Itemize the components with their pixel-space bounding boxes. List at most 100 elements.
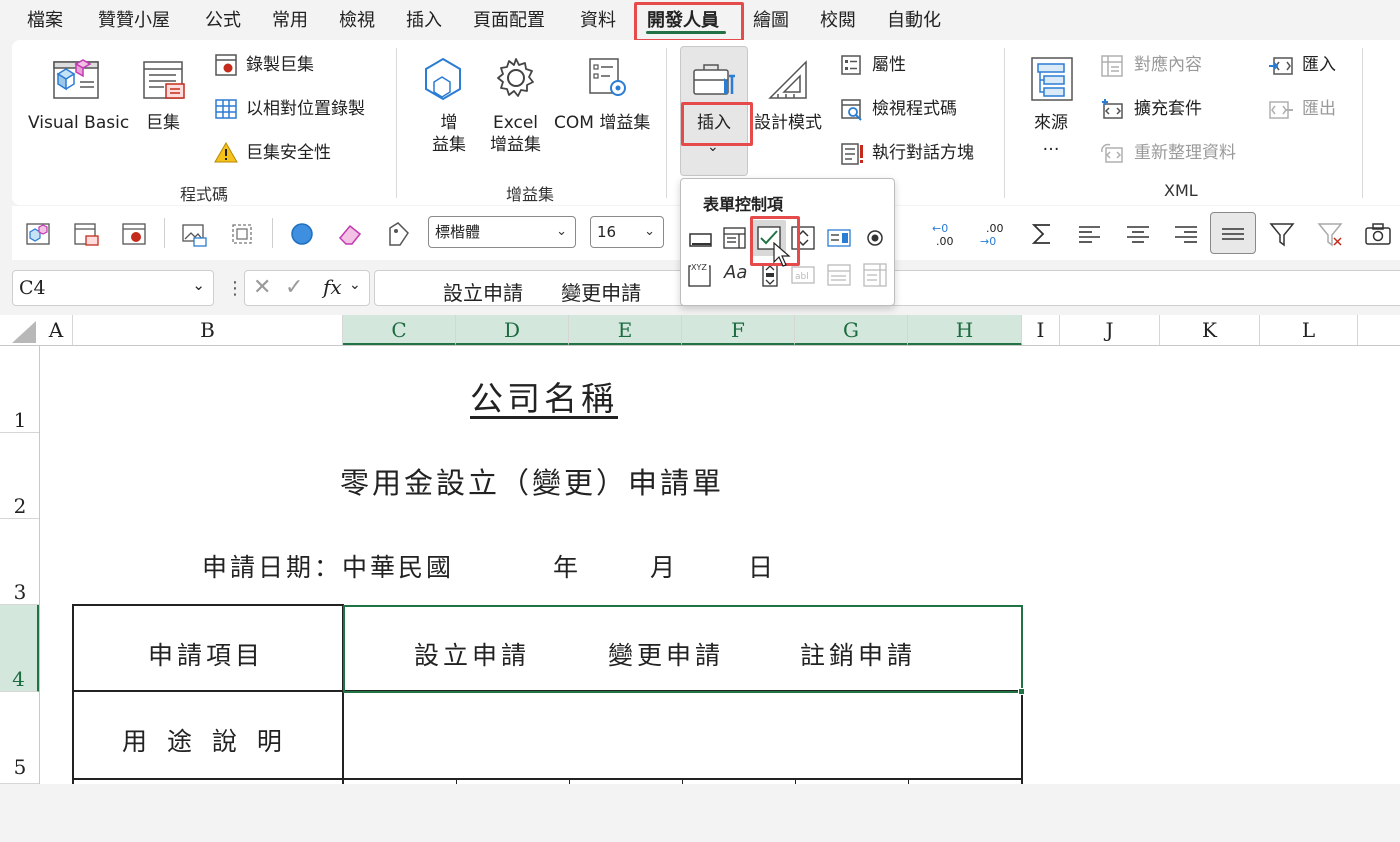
- tab-data[interactable]: 資料: [580, 6, 616, 32]
- import-icon: [1269, 57, 1293, 75]
- tab-developer[interactable]: 開發人員: [647, 6, 719, 32]
- increase-decimal-icon[interactable]: ←0 .00: [930, 220, 958, 248]
- option-setup[interactable]: 設立申請: [414, 636, 530, 672]
- filter-icon[interactable]: [1268, 220, 1296, 248]
- tab-automate[interactable]: 自動化: [887, 6, 941, 32]
- group-box-icon[interactable]: XYZ: [687, 262, 713, 288]
- row-header-5[interactable]: 5: [0, 692, 40, 784]
- xml-source-button[interactable]: 來源…: [1034, 112, 1068, 156]
- com-addins-button[interactable]: COM 增益集: [554, 112, 650, 134]
- tab-insert[interactable]: 插入: [406, 6, 442, 32]
- option-cancel[interactable]: 註銷申請: [800, 636, 916, 672]
- record-macro-small-icon[interactable]: [120, 220, 148, 248]
- map-properties-button[interactable]: 對應內容: [1134, 54, 1202, 76]
- column-header-b[interactable]: B: [73, 315, 343, 346]
- text-field-icon[interactable]: abl: [790, 262, 816, 288]
- company-name[interactable]: 公司名稱: [470, 372, 618, 420]
- design-mode-button[interactable]: 設計模式: [754, 112, 822, 134]
- circle-shape-icon[interactable]: [288, 220, 316, 248]
- spin-button-icon[interactable]: [790, 225, 816, 251]
- combo-dropdown-edit-icon[interactable]: [862, 262, 888, 288]
- relative-reference-button[interactable]: 以相對位置錄製: [246, 98, 365, 120]
- visual-basic-button[interactable]: Visual Basic: [28, 112, 129, 134]
- source-line1: 來源: [1034, 113, 1068, 133]
- select-all-corner[interactable]: [0, 315, 40, 346]
- column-header-g[interactable]: G: [795, 315, 908, 346]
- align-center-icon[interactable]: [1124, 220, 1152, 248]
- fill-handle[interactable]: [1018, 688, 1025, 695]
- tab-home[interactable]: 常用: [272, 6, 308, 32]
- macros-small-icon[interactable]: [72, 220, 100, 248]
- date-label[interactable]: 申請日期：中華民國: [202, 548, 454, 584]
- row-header-4[interactable]: 4: [0, 605, 40, 692]
- combo-list-edit-icon[interactable]: [826, 262, 852, 288]
- name-box[interactable]: C4 ⌄: [12, 270, 214, 306]
- chevron-down-icon: ⌄: [644, 224, 655, 239]
- apply-item-label[interactable]: 申請項目: [148, 636, 264, 672]
- insert-function-icon[interactable]: fx: [323, 275, 342, 299]
- record-macro-button[interactable]: 錄製巨集: [246, 54, 314, 76]
- view-code-button[interactable]: 檢視程式碼: [872, 98, 957, 120]
- excel-addins-line2: 增益集: [490, 135, 541, 155]
- table-border: [72, 604, 74, 784]
- purpose-label[interactable]: 用 途 說 明: [122, 722, 288, 758]
- autosum-icon[interactable]: [1028, 220, 1056, 248]
- expansion-packs-button[interactable]: 擴充套件: [1134, 98, 1202, 120]
- gear-icon: [497, 58, 534, 97]
- column-header-h[interactable]: H: [908, 315, 1022, 346]
- row-header-3[interactable]: 3: [0, 519, 40, 605]
- visual-basic-small-icon[interactable]: [24, 220, 52, 248]
- refresh-data-button[interactable]: 重新整理資料: [1134, 142, 1236, 164]
- row-header-2[interactable]: 2: [0, 433, 40, 519]
- list-box-icon[interactable]: [826, 225, 852, 251]
- form-title[interactable]: 零用金設立（變更）申請單: [340, 460, 724, 502]
- label-tag-icon[interactable]: [384, 220, 412, 248]
- font-size-dropdown[interactable]: 16 ⌄: [590, 216, 664, 248]
- option-button-icon[interactable]: [862, 225, 888, 251]
- run-dialog-button[interactable]: 執行對話方塊: [872, 142, 974, 164]
- row-header-1[interactable]: 1: [0, 346, 40, 433]
- tab-file[interactable]: 檔案: [27, 6, 63, 32]
- combo-box-icon[interactable]: [722, 225, 748, 251]
- decrease-decimal-icon[interactable]: .00 →0: [978, 220, 1006, 248]
- chevron-down-icon: ⌄: [556, 224, 567, 239]
- column-header-e[interactable]: E: [569, 315, 682, 346]
- tab-draw[interactable]: 繪圖: [753, 6, 789, 32]
- properties-button[interactable]: 屬性: [872, 54, 906, 76]
- column-header-j[interactable]: J: [1060, 315, 1160, 346]
- column-header-d[interactable]: D: [456, 315, 569, 346]
- import-button[interactable]: 匯入: [1302, 54, 1336, 76]
- cancel-icon[interactable]: ✕: [253, 275, 271, 300]
- clear-filter-icon[interactable]: [1316, 220, 1344, 248]
- active-tab-indicator: [646, 31, 726, 34]
- export-button[interactable]: 匯出: [1302, 98, 1336, 120]
- column-header-m[interactable]: [1358, 315, 1400, 346]
- addins-button[interactable]: 增益集: [432, 112, 466, 156]
- column-header-f[interactable]: F: [682, 315, 795, 346]
- tab-view[interactable]: 檢視: [339, 6, 375, 32]
- macros-button[interactable]: 巨集: [146, 112, 180, 134]
- select-objects-icon[interactable]: [228, 220, 256, 248]
- column-header-a[interactable]: A: [40, 315, 73, 346]
- label-control-icon[interactable]: Aa: [724, 262, 747, 283]
- tab-zanzan[interactable]: 贊贊小屋: [98, 6, 170, 32]
- option-change[interactable]: 變更申請: [608, 636, 724, 672]
- align-left-icon[interactable]: [1076, 220, 1104, 248]
- enter-check-icon[interactable]: ✓: [285, 275, 303, 300]
- button-control-icon[interactable]: [688, 227, 714, 253]
- column-header-c[interactable]: C: [343, 315, 456, 346]
- column-header-l[interactable]: L: [1260, 315, 1358, 346]
- eraser-icon[interactable]: [336, 220, 364, 248]
- excel-addins-button[interactable]: Excel 增益集: [490, 112, 541, 156]
- column-header-i[interactable]: I: [1022, 315, 1060, 346]
- macro-security-button[interactable]: 巨集安全性: [246, 142, 331, 164]
- align-right-icon[interactable]: [1172, 220, 1200, 248]
- tab-page-layout[interactable]: 頁面配置: [473, 6, 545, 32]
- camera-icon[interactable]: [1364, 220, 1392, 248]
- image-icon[interactable]: [180, 220, 208, 248]
- font-name-dropdown[interactable]: 標楷體 ⌄: [428, 216, 576, 248]
- column-header-k[interactable]: K: [1160, 315, 1260, 346]
- tab-formulas[interactable]: 公式: [205, 6, 241, 32]
- tab-review[interactable]: 校閱: [820, 6, 856, 32]
- more-options-icon[interactable]: ⋮: [226, 278, 244, 299]
